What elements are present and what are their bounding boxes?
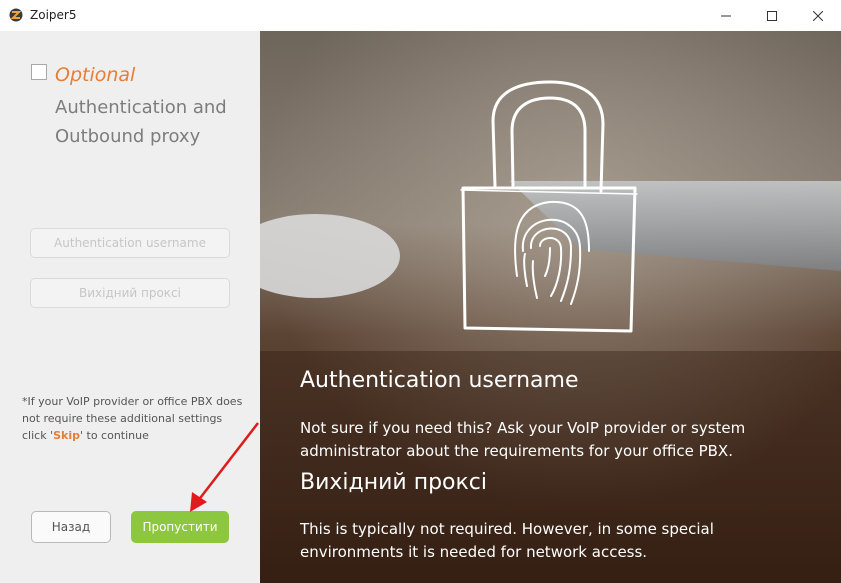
title-bar: Zoiper5	[0, 0, 841, 31]
back-button[interactable]: Назад	[31, 511, 111, 543]
window-title: Zoiper5	[30, 8, 77, 22]
close-icon	[813, 10, 823, 21]
auth-info-text: Not sure if you need this? Ask your VoIP…	[300, 419, 746, 460]
lock-fingerprint-icon	[460, 80, 638, 333]
maximize-button[interactable]	[749, 0, 795, 31]
optional-label: Optional	[55, 64, 136, 86]
note-skip-word: Skip	[53, 429, 80, 442]
outbound-proxy-input[interactable]: Вихідний проксі	[30, 278, 230, 308]
auth-info-title: Authentication username	[300, 368, 579, 393]
proxy-info-title: Вихідний проксі	[300, 470, 488, 495]
proxy-info-text: This is typically not required. However,…	[300, 520, 714, 561]
close-button[interactable]	[795, 0, 841, 31]
section-heading: Authentication and Outbound proxy	[55, 97, 227, 147]
auth-username-input[interactable]: Authentication username	[30, 228, 230, 258]
minimize-icon	[721, 15, 731, 16]
zoiper-icon	[9, 8, 23, 22]
optional-checkbox[interactable]	[31, 64, 47, 80]
minimize-button[interactable]	[703, 0, 749, 31]
annotation-arrow-icon	[190, 422, 259, 512]
maximize-icon	[767, 10, 777, 21]
note-text-after: ' to continue	[80, 429, 149, 442]
